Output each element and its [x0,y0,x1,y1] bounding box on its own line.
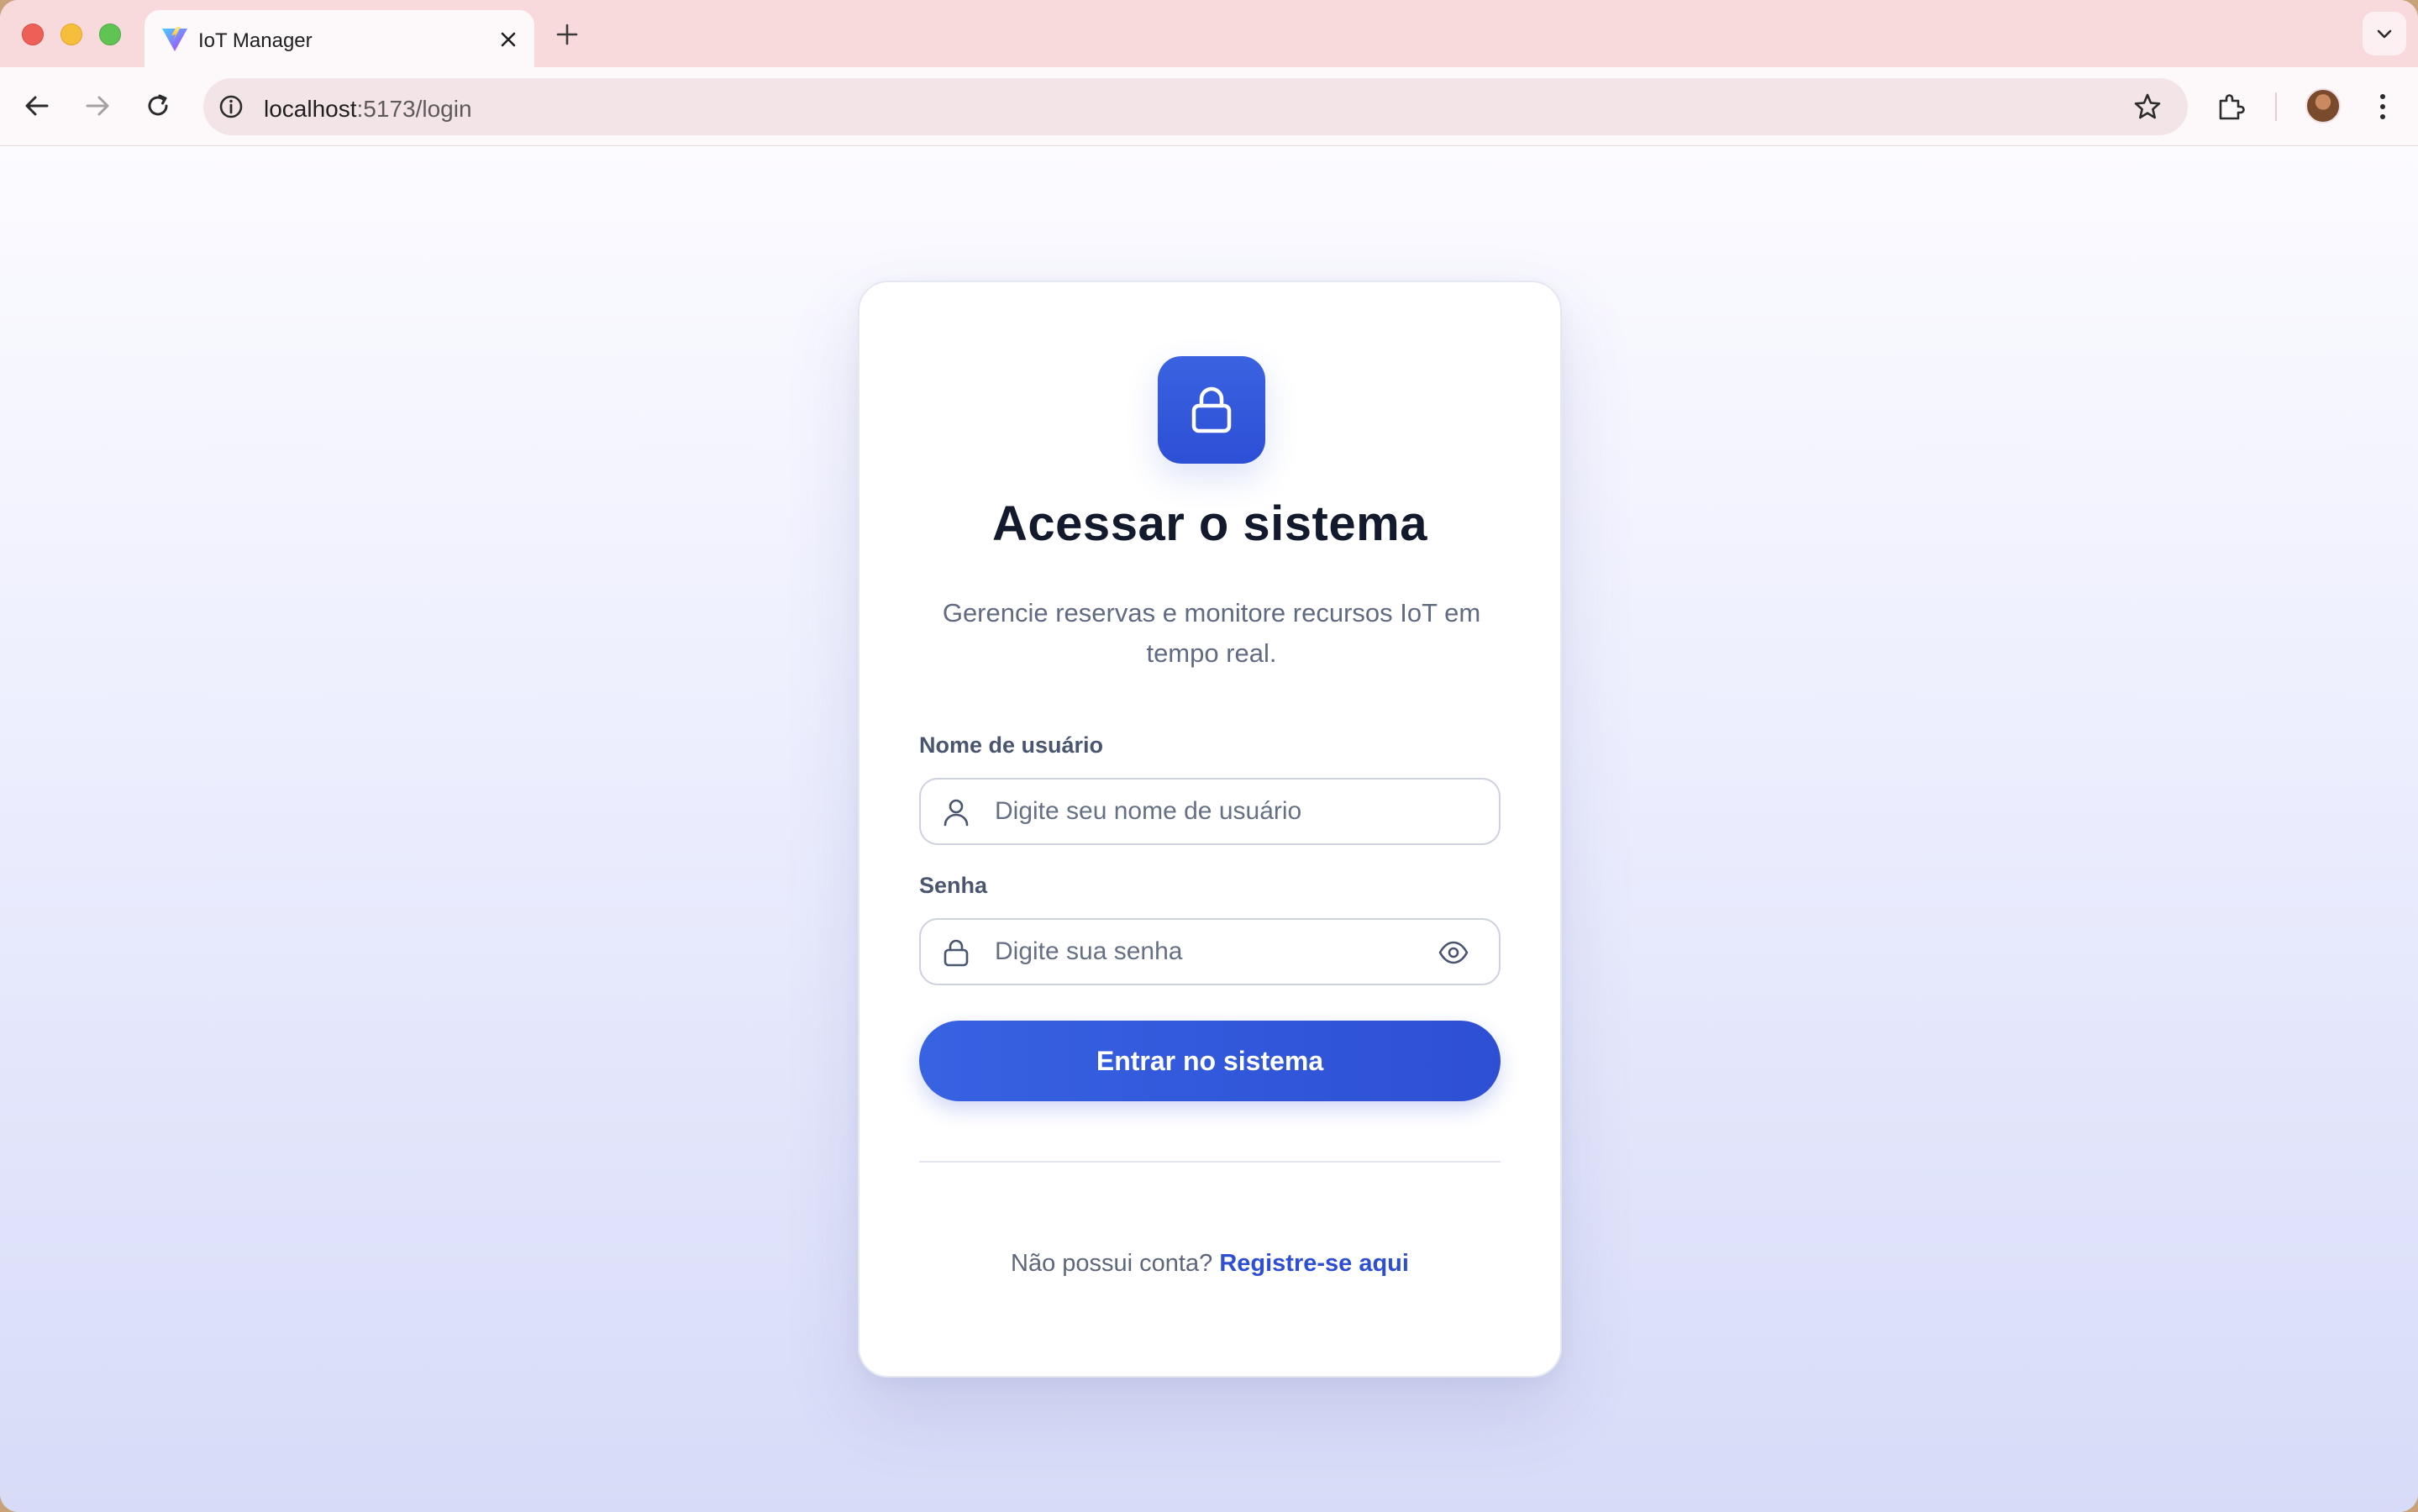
username-label: Nome de usuário [919,732,1104,758]
tab-strip: IoT Manager [0,0,2418,67]
url-text[interactable]: localhost:5173/login [264,96,472,123]
browser-window: IoT Manager localhost:5173/login Acessar… [0,0,2418,1512]
login-submit-button[interactable]: Entrar no sistema [919,1021,1501,1101]
forward-arrow-icon[interactable] [82,91,113,121]
url-path: :5173/login [356,96,472,122]
page-subtitle: Gerencie reservas e monitore recursos Io… [942,598,1481,668]
window-minimize-button[interactable] [60,24,82,45]
tab-close-icon[interactable] [499,30,518,49]
user-icon [944,799,969,827]
page-title: Acessar o sistema [992,496,1427,551]
password-field[interactable] [919,918,1501,985]
username-field[interactable] [919,778,1501,845]
register-prompt-text: Não possui conta? [1011,1250,1213,1277]
divider [919,1161,1501,1163]
tab-title: IoT Manager [198,29,313,52]
extensions-icon[interactable] [2215,91,2247,123]
lock-icon [944,939,969,967]
eye-icon[interactable] [1438,941,1469,964]
vite-logo-icon [162,27,187,51]
chevron-down-icon [2377,29,2392,39]
password-label: Senha [919,873,988,898]
tab-search-button[interactable] [2363,12,2406,55]
more-menu-icon[interactable] [2374,91,2391,123]
toolbar-separator [2275,92,2277,121]
new-tab-icon[interactable] [555,22,580,47]
browser-tab-active[interactable]: IoT Manager [145,10,534,67]
login-logo-badge [1158,356,1265,464]
password-input[interactable] [995,920,1448,984]
page-viewport: Acessar o sistema Gerencie reservas e mo… [0,146,2418,1512]
window-close-button[interactable] [22,24,44,45]
reload-icon[interactable] [143,91,173,121]
browser-toolbar: localhost:5173/login [0,67,2418,146]
bookmark-star-icon[interactable] [2132,92,2163,122]
address-bar[interactable]: localhost:5173/login [203,78,2188,135]
register-prompt: Não possui conta? Registre-se aqui [859,1250,1560,1278]
profile-avatar[interactable] [2305,88,2341,123]
window-maximize-button[interactable] [99,24,121,45]
register-link[interactable]: Registre-se aqui [1219,1250,1409,1277]
back-arrow-icon[interactable] [22,91,52,121]
site-info-icon[interactable] [215,91,247,123]
lock-icon [1191,386,1232,433]
username-input[interactable] [995,780,1448,843]
url-host: localhost [264,96,357,122]
login-card: Acessar o sistema Gerencie reservas e mo… [858,281,1562,1378]
